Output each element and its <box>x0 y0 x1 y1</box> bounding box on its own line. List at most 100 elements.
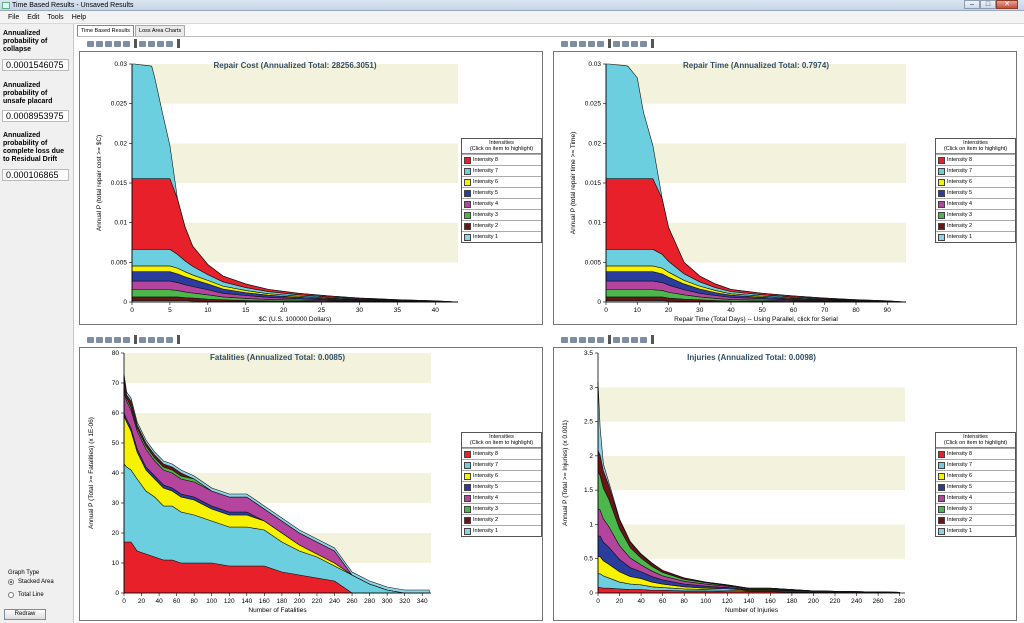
zoom-icon[interactable] <box>123 40 130 47</box>
zoom-icon[interactable] <box>597 336 604 343</box>
legend-item-2[interactable]: Intensity 2 <box>936 514 1015 525</box>
x-tick-label: 180 <box>786 598 797 605</box>
legend-item-2[interactable]: Intensity 2 <box>936 220 1015 231</box>
legend-item-6[interactable]: Intensity 6 <box>936 470 1015 481</box>
legend-item-5[interactable]: Intensity 5 <box>936 187 1015 198</box>
hand-icon[interactable] <box>622 336 629 343</box>
save-icon[interactable] <box>561 336 568 343</box>
legend-item-1[interactable]: Intensity 1 <box>936 231 1015 242</box>
legend-item-5[interactable]: Intensity 5 <box>936 481 1015 492</box>
legend-item-7[interactable]: Intensity 7 <box>936 459 1015 470</box>
hand-icon[interactable] <box>622 40 629 47</box>
axis-icon[interactable] <box>157 40 164 47</box>
legend-item-6[interactable]: Intensity 6 <box>462 470 541 481</box>
legend-item-8[interactable]: Intensity 8 <box>936 154 1015 165</box>
pointer-icon[interactable] <box>613 40 620 47</box>
save-icon[interactable] <box>561 40 568 47</box>
legend-item-3[interactable]: Intensity 3 <box>462 503 541 514</box>
legend-item-8[interactable]: Intensity 8 <box>462 154 541 165</box>
legend-item-3[interactable]: Intensity 3 <box>462 209 541 220</box>
legend-item-3[interactable]: Intensity 3 <box>936 503 1015 514</box>
legend-swatch <box>938 527 945 535</box>
menu-tools[interactable]: Tools <box>43 11 67 23</box>
legend-item-4[interactable]: Intensity 4 <box>462 492 541 503</box>
print-icon[interactable] <box>96 336 103 343</box>
palette-icon[interactable] <box>114 336 121 343</box>
grid-band <box>598 490 905 525</box>
legend-item-8[interactable]: Intensity 8 <box>462 448 541 459</box>
tab-loss-area-charts[interactable]: Loss Area Charts <box>135 25 186 36</box>
palette-icon[interactable] <box>114 40 121 47</box>
crosshair-icon[interactable] <box>640 336 647 343</box>
palette-icon[interactable] <box>588 336 595 343</box>
legend-item-2[interactable]: Intensity 2 <box>462 220 541 231</box>
menu-help[interactable]: Help <box>68 11 90 23</box>
legend-swatch <box>938 156 945 164</box>
legend-item-4[interactable]: Intensity 4 <box>936 198 1015 209</box>
legend-hint: (Click on item to highlight) <box>943 146 1008 152</box>
x-tick-label: 100 <box>206 598 217 605</box>
legend-swatch <box>464 461 471 469</box>
legend-item-4[interactable]: Intensity 4 <box>936 492 1015 503</box>
legend-item-6[interactable]: Intensity 6 <box>936 176 1015 187</box>
legend-swatch <box>464 516 471 524</box>
crosshair-icon[interactable] <box>640 40 647 47</box>
x-tick-label: 60 <box>790 307 798 314</box>
legend-item-7[interactable]: Intensity 7 <box>462 165 541 176</box>
legend-item-label: Intensity 4 <box>473 494 499 501</box>
pointer-icon[interactable] <box>139 40 146 47</box>
zoom-icon[interactable] <box>597 40 604 47</box>
save-icon[interactable] <box>87 336 94 343</box>
axis-icon[interactable] <box>157 336 164 343</box>
legend-item-1[interactable]: Intensity 1 <box>936 525 1015 536</box>
legend-item-1[interactable]: Intensity 1 <box>462 525 541 536</box>
save-icon[interactable] <box>87 40 94 47</box>
legend: Intensities (Click on item to highlight) I… <box>935 432 1016 537</box>
pointer-icon[interactable] <box>139 336 146 343</box>
legend-item-6[interactable]: Intensity 6 <box>462 176 541 187</box>
legend-item-8[interactable]: Intensity 8 <box>936 448 1015 459</box>
maximize-button[interactable]: □ <box>980 0 996 9</box>
print-icon[interactable] <box>570 40 577 47</box>
axis-icon[interactable] <box>631 40 638 47</box>
pointer-icon[interactable] <box>613 336 620 343</box>
crosshair-icon[interactable] <box>166 336 173 343</box>
crosshair-icon[interactable] <box>166 40 173 47</box>
close-button[interactable]: ✕ <box>996 0 1018 9</box>
legend-swatch <box>464 450 471 458</box>
legend-item-2[interactable]: Intensity 2 <box>462 514 541 525</box>
legend-item-3[interactable]: Intensity 3 <box>936 209 1015 220</box>
axis-icon[interactable] <box>631 336 638 343</box>
hand-icon[interactable] <box>148 336 155 343</box>
legend-item-7[interactable]: Intensity 7 <box>462 459 541 470</box>
copy-icon[interactable] <box>579 336 586 343</box>
x-tick-label: 60 <box>173 598 181 605</box>
menu-edit[interactable]: Edit <box>23 11 43 23</box>
legend-item-4[interactable]: Intensity 4 <box>462 198 541 209</box>
zoom-icon[interactable] <box>123 336 130 343</box>
radio-stacked-area[interactable]: Stacked Area <box>8 579 54 585</box>
radio-total-line[interactable]: Total Line <box>8 592 44 598</box>
legend-item-label: Intensity 6 <box>947 178 973 185</box>
legend-item-1[interactable]: Intensity 1 <box>462 231 541 242</box>
legend-item-label: Intensity 6 <box>473 178 499 185</box>
legend-item-5[interactable]: Intensity 5 <box>462 481 541 492</box>
x-tick-label: 340 <box>417 598 428 605</box>
print-icon[interactable] <box>96 40 103 47</box>
legend-item-label: Intensity 7 <box>947 167 973 174</box>
legend-item-7[interactable]: Intensity 7 <box>936 165 1015 176</box>
hand-icon[interactable] <box>148 40 155 47</box>
copy-icon[interactable] <box>579 40 586 47</box>
x-axis-label: Number of Fatalities <box>248 607 307 614</box>
menu-file[interactable]: File <box>4 11 23 23</box>
minimize-button[interactable]: – <box>964 0 980 9</box>
copy-icon[interactable] <box>105 336 112 343</box>
print-icon[interactable] <box>570 336 577 343</box>
palette-icon[interactable] <box>588 40 595 47</box>
legend-item-5[interactable]: Intensity 5 <box>462 187 541 198</box>
redraw-button[interactable]: Redraw <box>4 609 46 620</box>
y-tick-label: 70 <box>112 380 120 387</box>
legend-header: Intensities (Click on item to highlight) <box>462 139 541 154</box>
y-tick-label: 2 <box>589 453 593 460</box>
copy-icon[interactable] <box>105 40 112 47</box>
